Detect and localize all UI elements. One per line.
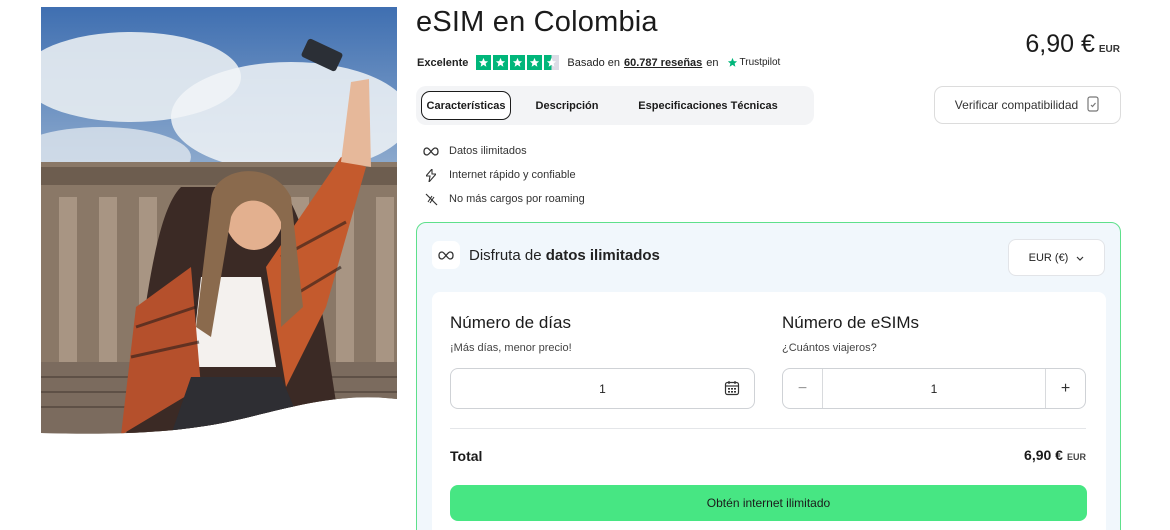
price-currency: EUR <box>1098 44 1120 55</box>
tab-especificaciones[interactable]: Especificaciones Técnicas <box>623 91 793 120</box>
chevron-down-icon <box>1076 252 1084 264</box>
tab-bar: Características Descripción Especificaci… <box>416 86 814 125</box>
days-subtitle: ¡Más días, menor precio! <box>450 342 572 354</box>
verify-compatibility-label: Verificar compatibilidad <box>954 98 1079 112</box>
hero-image <box>41 7 397 435</box>
star-icon <box>493 55 509 70</box>
feature-item: No más cargos por roaming <box>423 187 585 211</box>
bolt-icon <box>423 168 439 182</box>
trustpilot-logo: Trustpilot <box>727 57 781 68</box>
esims-title: Número de eSIMs <box>782 313 919 332</box>
trustpilot-star-icon <box>727 57 737 67</box>
rating-based-suffix: en <box>706 56 719 69</box>
feature-label: Internet rápido y confiable <box>449 169 576 181</box>
feature-label: Datos ilimitados <box>449 145 527 157</box>
verify-compatibility-button[interactable]: Verificar compatibilidad <box>934 86 1121 124</box>
total-price: 6,90 € EUR <box>1024 447 1086 463</box>
rating-stars <box>476 55 560 70</box>
star-icon <box>510 55 526 70</box>
divider <box>450 428 1086 429</box>
rating-based-prefix: Basado en <box>567 56 620 69</box>
increment-button[interactable]: + <box>1045 369 1085 408</box>
total-amount: 6,90 € <box>1024 447 1063 463</box>
currency-select-value: EUR (€) <box>1028 251 1069 264</box>
plan-card-header: Disfruta de datos ilimitados <box>432 241 660 269</box>
phone-check-icon <box>1086 95 1100 115</box>
tab-descripcion[interactable]: Descripción <box>511 91 623 120</box>
price-amount: 6,90 € <box>1025 30 1095 58</box>
no-roaming-icon <box>423 193 439 206</box>
esims-value[interactable]: 1 <box>823 382 1045 396</box>
esims-subtitle: ¿Cuántos viajeros? <box>782 342 877 354</box>
calendar-icon[interactable] <box>724 380 740 399</box>
reviews-link[interactable]: 60.787 reseñas <box>624 57 702 69</box>
rating-row: Excelente Basado en 60.787 reseñas en Tr… <box>417 55 780 70</box>
days-value: 1 <box>599 381 606 396</box>
infinity-icon <box>432 241 460 269</box>
plan-card-title: Disfruta de datos ilimitados <box>469 247 660 264</box>
half-star-icon <box>544 55 560 70</box>
plan-heading-bold: datos ilimitados <box>545 246 660 264</box>
infinity-icon <box>423 146 439 156</box>
star-icon <box>476 55 492 70</box>
plan-heading-prefix: Disfruta de <box>469 246 542 264</box>
feature-item: Datos ilimitados <box>423 139 585 163</box>
product-price: 6,90 € EUR <box>1025 30 1120 59</box>
esims-stepper: − 1 + <box>782 368 1086 409</box>
total-label: Total <box>450 448 483 464</box>
feature-label: No más cargos por roaming <box>449 193 585 205</box>
feature-item: Internet rápido y confiable <box>423 163 585 187</box>
decrement-button[interactable]: − <box>783 369 823 408</box>
tab-caracteristicas[interactable]: Características <box>421 91 511 120</box>
rating-label: Excelente <box>417 56 469 69</box>
trustpilot-text: Trustpilot <box>739 57 781 68</box>
days-input[interactable]: 1 <box>450 368 755 409</box>
plan-card: Disfruta de datos ilimitados EUR (€) Núm… <box>416 222 1121 530</box>
star-icon <box>527 55 543 70</box>
page-title: eSIM en Colombia <box>416 6 658 38</box>
total-currency: EUR <box>1066 452 1086 462</box>
feature-list: Datos ilimitados Internet rápido y confi… <box>423 139 585 211</box>
currency-select[interactable]: EUR (€) <box>1008 239 1105 276</box>
days-title: Número de días <box>450 313 571 332</box>
plan-form: Número de días ¡Más días, menor precio! … <box>432 292 1106 530</box>
get-unlimited-internet-button[interactable]: Obtén internet ilimitado <box>450 485 1087 521</box>
